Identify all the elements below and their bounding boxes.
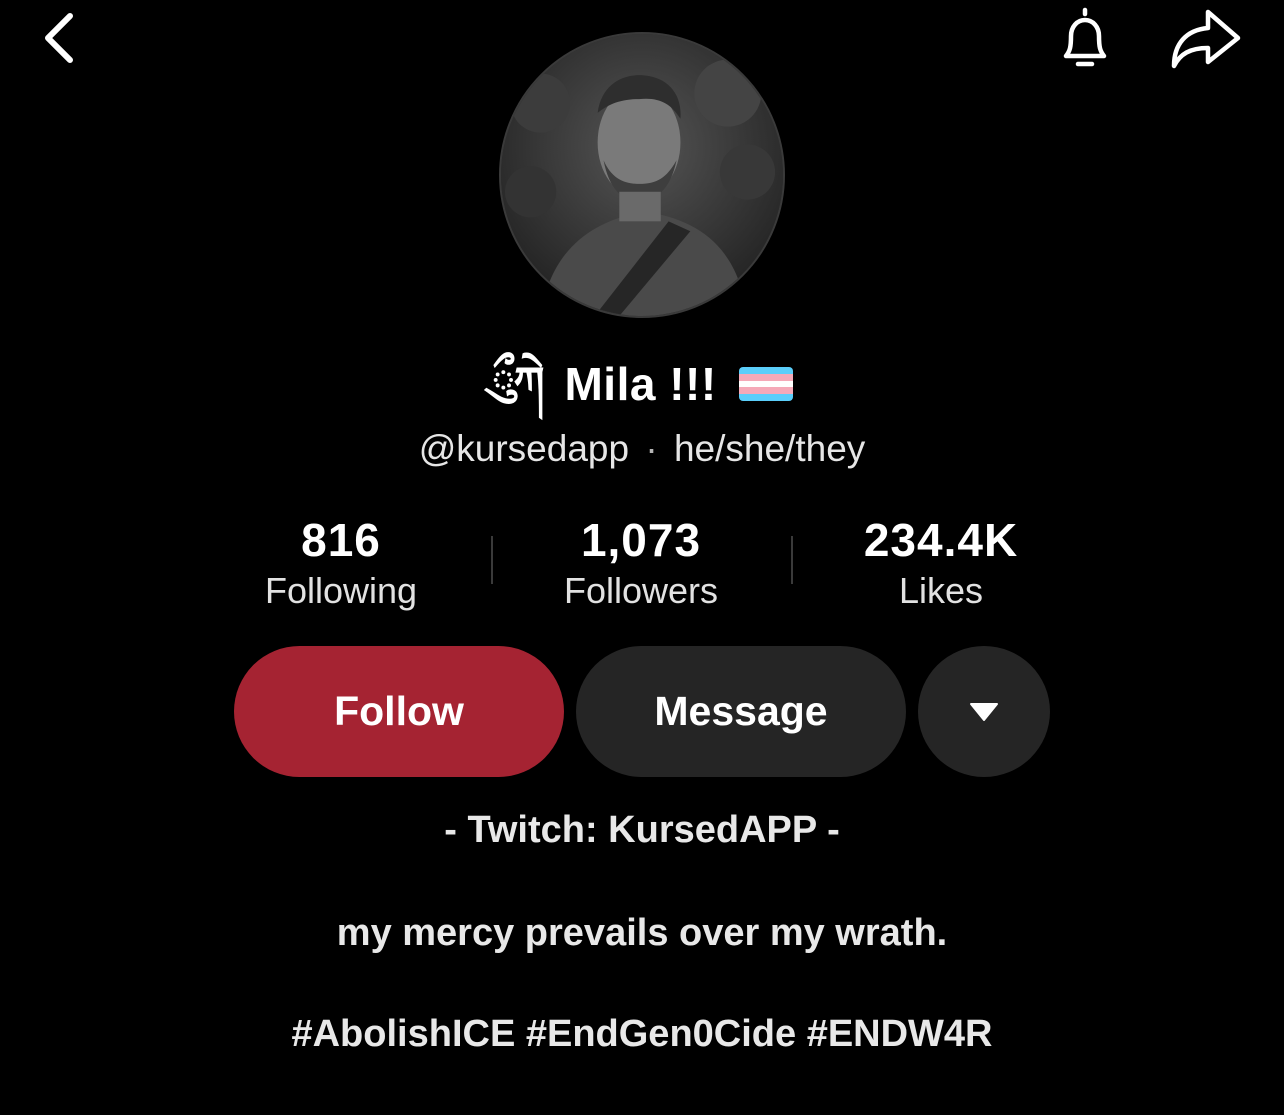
stat-value: 816: [301, 514, 381, 566]
chevron-left-icon: [45, 13, 73, 63]
stat-following[interactable]: 816 Following: [191, 510, 491, 612]
transgender-flag-icon: [738, 367, 793, 401]
stat-followers[interactable]: 1,073 Followers: [491, 510, 791, 612]
more-options-button[interactable]: [918, 646, 1050, 777]
follow-button[interactable]: Follow: [234, 646, 564, 777]
bio-hashtags[interactable]: #AbolishICE #EndGen0Cide #ENDW4R: [0, 1009, 1284, 1059]
username-handle[interactable]: @kursedapp: [419, 428, 629, 469]
back-button[interactable]: [36, 8, 88, 68]
handle-separator: ·: [645, 428, 658, 469]
profile-photo: [501, 34, 783, 316]
share-button[interactable]: [1166, 4, 1246, 74]
name-decoration-glyph: ྀུཀེ: [491, 358, 544, 409]
display-name: Mila !!!: [564, 358, 717, 410]
flag-stripe: [738, 373, 793, 381]
bio-twitch-line: - Twitch: KursedAPP -: [444, 809, 840, 851]
stat-value: 1,073: [580, 514, 702, 566]
message-button[interactable]: Message: [576, 646, 906, 777]
share-arrow-icon: [1171, 9, 1241, 69]
caret-down-icon: [970, 702, 998, 721]
stat-value: 234.4K: [863, 514, 1019, 566]
stat-label: Following: [264, 570, 418, 611]
profile-name-row: ྀུཀེ Mila !!!: [0, 352, 1284, 416]
stat-likes[interactable]: 234.4K Likes: [791, 510, 1091, 612]
flag-stripe: [738, 380, 793, 388]
stat-label: Likes: [898, 570, 984, 611]
flag-stripe: [738, 387, 793, 395]
flag-stripe: [738, 367, 793, 374]
profile-avatar[interactable]: [499, 32, 785, 318]
bio-quote-line: my mercy prevails over my wrath.: [336, 912, 948, 954]
notification-bell-button[interactable]: [1050, 4, 1120, 74]
stat-label: Followers: [563, 570, 719, 611]
flag-stripe: [738, 394, 793, 401]
bell-icon: [1063, 7, 1107, 67]
pronouns: he/she/they: [673, 428, 866, 469]
handle-row: @kursedapp · he/she/they: [0, 424, 1284, 474]
